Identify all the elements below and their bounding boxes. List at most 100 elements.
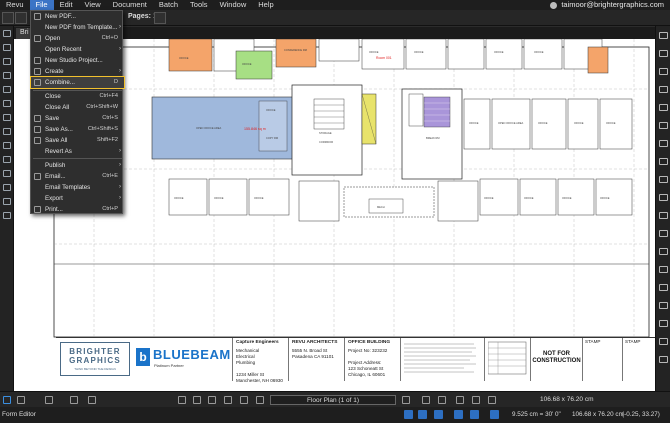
save-all-icon	[34, 137, 41, 144]
forms-icon[interactable]	[3, 212, 11, 219]
sync-icon[interactable]	[456, 396, 464, 404]
room-label: OPEN OFFICE AREA	[196, 126, 221, 130]
file-icon[interactable]	[45, 396, 53, 404]
rectangle-icon[interactable]	[659, 266, 668, 273]
menu-item-revert-as[interactable]: Revert As ›	[31, 146, 124, 157]
user-account[interactable]: taimoor@brightergraphics.com	[550, 0, 664, 10]
arrow-icon[interactable]	[659, 194, 668, 201]
layers-icon[interactable]	[3, 142, 11, 149]
stamp-icon[interactable]	[659, 140, 668, 147]
line-icon[interactable]	[659, 176, 668, 183]
new-file-icon	[34, 13, 41, 20]
create-icon	[34, 68, 41, 75]
menu-item-email-templates[interactable]: Email Templates ›	[31, 182, 124, 193]
menu-item-print[interactable]: Print... Ctrl+P	[31, 204, 124, 215]
menu-item-new-pdf-from-template[interactable]: New PDF from Template... ›	[31, 22, 124, 33]
menu-item-open-recent[interactable]: Open Recent ›	[31, 44, 124, 55]
markups-icon[interactable]	[3, 86, 11, 93]
measure-icon[interactable]	[659, 338, 668, 345]
image-icon[interactable]	[659, 158, 668, 165]
menu-item-publish[interactable]: Publish ›	[31, 160, 124, 171]
chevron-down-icon[interactable]	[15, 12, 27, 24]
menu-item-new-studio-project[interactable]: New Studio Project...	[31, 55, 124, 66]
menu-revu[interactable]: Revu	[0, 0, 30, 10]
reuse-icon[interactable]	[470, 410, 479, 419]
room-label: OFFICE	[574, 121, 584, 125]
studio-icon[interactable]	[3, 156, 11, 163]
text-select-icon[interactable]	[208, 396, 216, 404]
ellipse-icon[interactable]	[659, 284, 668, 291]
menu-file[interactable]: File	[29, 0, 54, 10]
menu-item-email[interactable]: Email... Ctrl+E	[31, 171, 124, 182]
polyline-icon[interactable]	[659, 230, 668, 237]
list-view-icon[interactable]	[3, 396, 11, 404]
next-page-icon[interactable]	[402, 396, 410, 404]
link-icon[interactable]	[3, 170, 11, 177]
menu-item-close[interactable]: Close Ctrl+F4	[31, 91, 124, 102]
menu-batch[interactable]: Batch	[153, 0, 184, 10]
tag-icon[interactable]	[3, 72, 11, 79]
eraser-icon[interactable]	[659, 86, 668, 93]
menu-item-create[interactable]: Create ›	[31, 66, 124, 77]
room-tag: Room 001	[376, 56, 392, 60]
menu-item-new-pdf[interactable]: New PDF...	[31, 11, 124, 22]
files-icon[interactable]	[3, 100, 11, 107]
show-grid-icon[interactable]	[454, 410, 463, 419]
split-view-icon[interactable]	[70, 396, 78, 404]
page-selector[interactable]: Floor Plan (1 of 1)	[270, 395, 396, 405]
bookmarks-icon[interactable]	[3, 58, 11, 65]
search-icon[interactable]	[3, 30, 11, 37]
sync-view-icon[interactable]	[490, 410, 499, 419]
snap-content-icon[interactable]	[418, 410, 427, 419]
cloud-icon[interactable]	[659, 320, 668, 327]
previous-page-icon[interactable]	[256, 396, 264, 404]
grid-view-icon[interactable]	[17, 396, 25, 404]
select-icon[interactable]	[659, 32, 668, 39]
page-icon[interactable]	[154, 12, 166, 24]
measurements-icon[interactable]	[3, 184, 11, 191]
menu-tools[interactable]: Tools	[184, 0, 214, 10]
menu-item-combine[interactable]: Combine... D	[30, 76, 125, 89]
pan-hand-icon[interactable]	[178, 396, 186, 404]
bluebeam-logo: b BLUEBEAM Platinum Partner	[136, 347, 230, 370]
menu-view[interactable]: View	[79, 0, 107, 10]
menu-item-open[interactable]: Open Ctrl+O	[31, 33, 124, 44]
polygon-icon[interactable]	[659, 302, 668, 309]
status-bar: Form Editor 9.525 cm = 30' 0" 106.68 x 7…	[0, 407, 670, 423]
document-icon[interactable]	[2, 12, 14, 24]
area-icon[interactable]	[659, 356, 668, 363]
snapshot-icon[interactable]	[240, 396, 248, 404]
menu-item-save[interactable]: Save Ctrl+S	[31, 113, 124, 124]
properties-icon[interactable]	[3, 128, 11, 135]
back-icon[interactable]	[422, 396, 430, 404]
document-compare-icon[interactable]	[88, 396, 96, 404]
continuous-page-icon[interactable]	[488, 396, 496, 404]
tool-chest-icon[interactable]	[3, 114, 11, 121]
room-label: CONFERENCE RM	[284, 48, 307, 52]
forward-icon[interactable]	[438, 396, 446, 404]
menu-item-save-as[interactable]: Save As... Ctrl+Shift+S	[31, 124, 124, 135]
snap-markup-icon[interactable]	[434, 410, 443, 419]
menu-help[interactable]: Help	[252, 0, 279, 10]
menu-item-save-all[interactable]: Save All Shift+F2	[31, 135, 124, 146]
menu-document[interactable]: Document	[107, 0, 153, 10]
callout-icon[interactable]	[659, 122, 668, 129]
menu-item-export[interactable]: Export ›	[31, 193, 124, 204]
menu-edit[interactable]: Edit	[54, 0, 79, 10]
thumbnails-icon[interactable]	[3, 44, 11, 51]
single-page-icon[interactable]	[472, 396, 480, 404]
chevron-right-icon: ›	[119, 184, 121, 190]
menu-window[interactable]: Window	[214, 0, 253, 10]
briefcase-icon[interactable]	[3, 198, 11, 205]
zoom-icon[interactable]	[224, 396, 232, 404]
select-cursor-icon[interactable]	[193, 396, 201, 404]
snap-grid-icon[interactable]	[404, 410, 413, 419]
highlighter-icon[interactable]	[659, 68, 668, 75]
arc-icon[interactable]	[659, 212, 668, 219]
dimension-icon[interactable]	[659, 248, 668, 255]
menu-item-close-all[interactable]: Close All Ctrl+Shift+W	[31, 102, 124, 113]
pen-icon[interactable]	[659, 50, 668, 57]
text-box-icon[interactable]	[659, 104, 668, 111]
print-icon	[34, 206, 41, 213]
scale-readout[interactable]: 9.525 cm = 30' 0"	[512, 411, 561, 418]
